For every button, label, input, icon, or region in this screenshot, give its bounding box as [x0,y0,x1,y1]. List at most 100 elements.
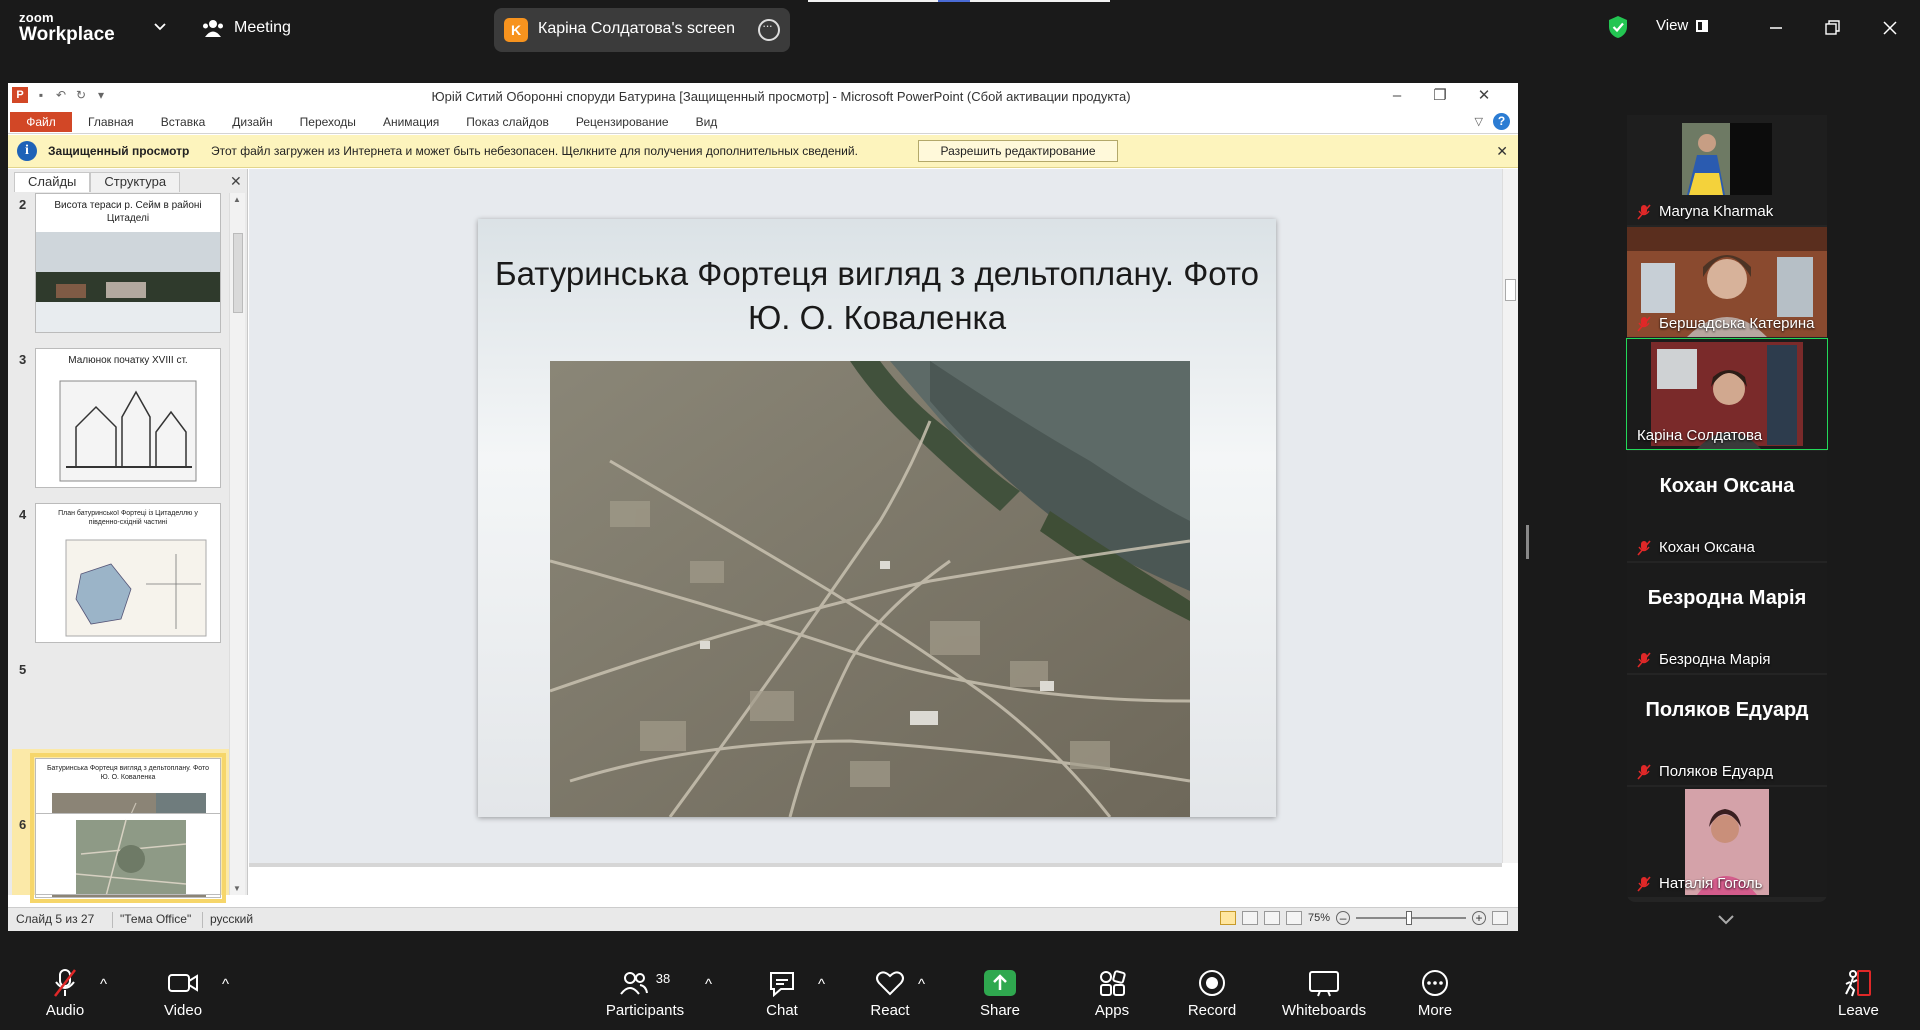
whiteboards-button[interactable]: Whiteboards [1278,968,1370,1019]
more-button[interactable]: More [1414,968,1456,1019]
slide-editor: Батуринська Фортеця вигляд з дельтоплану… [249,169,1502,863]
audio-options-caret[interactable]: ^ [100,976,107,993]
leave-button[interactable]: Leave [1838,968,1879,1019]
participant-tile-video[interactable]: Наталія Гоголь [1627,787,1827,897]
slide-thumbnail-3[interactable]: Малюнок початку XVIII ст. [35,348,221,488]
slides-pane-scrollbar[interactable]: ▲ ▼ [229,193,245,895]
more-options-icon[interactable] [758,18,780,41]
tab-home[interactable]: Главная [88,115,134,129]
video-options-caret[interactable]: ^ [222,976,229,993]
share-button[interactable]: Share [978,968,1022,1019]
participant-tile-active-speaker[interactable]: Каріна Солдатова [1626,338,1828,450]
apps-button[interactable]: Apps [1090,968,1134,1019]
aerial-photo[interactable] [550,361,1190,817]
thumbnail-number: 3 [19,352,27,367]
zoom-out-icon[interactable]: – [1336,911,1351,925]
status-slide-counter: Слайд 5 из 27 [16,912,95,926]
scroll-up-icon[interactable]: ▲ [233,195,241,204]
slide-sorter-icon[interactable] [1242,911,1258,925]
react-button[interactable]: React [868,968,912,1019]
chat-button[interactable]: Chat [762,968,802,1019]
current-slide[interactable]: Батуринська Фортеця вигляд з дельтоплану… [478,219,1276,817]
meeting-menu[interactable]: Meeting [202,18,291,38]
record-button[interactable]: Record [1185,968,1239,1019]
ppt-restore-icon[interactable]: ❐ [1426,85,1454,107]
tab-transitions[interactable]: Переходы [300,115,356,129]
participants-button[interactable]: 38 Participants [602,968,688,1020]
protected-view-message[interactable]: Этот файл загружен из Интернета и может … [211,144,858,158]
zoom-level[interactable]: 75% [1308,912,1330,924]
info-icon: i [17,141,37,161]
scroll-thumb[interactable] [233,233,243,313]
security-shield-icon[interactable] [1607,15,1629,39]
status-separator [202,912,203,928]
pane-close-icon[interactable]: ✕ [230,173,242,190]
slide-thumbnail-6[interactable] [35,813,221,895]
slide-title[interactable]: Батуринська Фортеця вигляд з дельтоплану… [478,252,1276,340]
message-bar-close-icon[interactable]: ✕ [1496,143,1508,160]
slide-thumbnail-2[interactable]: Висота тераси р. Сейм в районі Цитаделі [35,193,221,333]
chevron-down-icon[interactable] [152,18,168,34]
mic-muted-icon [1637,539,1651,556]
tab-slides[interactable]: Слайды [14,172,91,192]
editor-scrollbar[interactable] [1502,169,1518,863]
participant-tile-name[interactable]: Кохан Оксана Кохан Оксана [1627,451,1827,561]
share-screen-icon [984,970,1016,996]
ppt-close-icon[interactable]: ✕ [1470,85,1498,107]
participant-big-name: Поляков Едуард [1645,699,1809,721]
editor-scroll-thumb[interactable] [1505,279,1516,301]
status-theme[interactable]: "Тема Office" [120,912,191,926]
restore-icon[interactable] [1818,14,1846,42]
slideshow-view-icon[interactable] [1286,911,1302,925]
tab-design[interactable]: Дизайн [232,115,272,129]
zoom-in-icon[interactable]: + [1472,911,1487,925]
reading-view-icon[interactable] [1264,911,1280,925]
fit-slide-icon[interactable] [1492,911,1509,925]
zoom-slider[interactable] [1356,911,1467,925]
video-button[interactable]: Video [158,968,208,1019]
heart-icon [876,971,904,996]
participant-name-text: Maryna Kharmak [1659,203,1774,220]
ppt-minimize-icon[interactable]: – [1383,85,1411,107]
audio-button[interactable]: Audio [40,968,90,1019]
tab-view[interactable]: Вид [696,115,718,129]
view-menu[interactable]: View [1656,17,1709,34]
close-icon[interactable] [1876,14,1904,42]
chat-icon [770,972,794,997]
tab-slideshow[interactable]: Показ слайдов [466,115,549,129]
tab-insert[interactable]: Вставка [161,115,206,129]
ribbon-collapse-icon[interactable]: ▽ [1475,115,1483,128]
tab-review[interactable]: Рецензирование [576,115,669,129]
scroll-down-icon[interactable]: ▼ [233,884,241,893]
help-icon[interactable]: ? [1493,113,1510,130]
participant-tile-video[interactable]: Бершадська Катерина [1627,227,1827,337]
notes-pane[interactable] [249,863,1502,895]
mic-muted-icon [54,969,76,997]
participant-tile-video[interactable]: Maryna Kharmak [1627,115,1827,225]
react-label: React [870,1002,910,1019]
participants-options-caret[interactable]: ^ [705,976,712,993]
tab-file[interactable]: Файл [10,112,72,132]
react-options-caret[interactable]: ^ [918,976,925,993]
slide-thumbnail-4[interactable]: План батуринської Фортеці із Цитаделлю у… [35,503,221,643]
screen-share-pill[interactable]: K Каріна Солдатова's screen [494,8,790,52]
mic-muted-icon [1637,203,1651,220]
mic-muted-icon [1637,875,1651,892]
whiteboard-icon [1309,971,1339,997]
participant-tile-name[interactable]: Безродна Марія Безродна Марія [1627,563,1827,673]
tab-outline[interactable]: Структура [90,172,181,192]
panel-resize-handle[interactable] [1526,525,1529,559]
enable-editing-button[interactable]: Разрешить редактирование [918,140,1118,162]
gallery-next-chevron-icon[interactable] [1716,912,1736,926]
view-label: View [1656,17,1689,34]
chat-label: Chat [766,1002,798,1019]
tab-animations[interactable]: Анимация [383,115,439,129]
video-label: Video [163,1002,203,1019]
chat-options-caret[interactable]: ^ [818,976,825,993]
participant-tile-name[interactable]: Поляков Едуард Поляков Едуард [1627,675,1827,785]
participant-name: Кохан Оксана [1637,539,1755,556]
minimize-icon[interactable] [1762,14,1790,42]
status-language[interactable]: русский [210,912,253,926]
zoom-logo: zoom Workplace [19,11,115,44]
normal-view-icon[interactable] [1220,911,1236,925]
